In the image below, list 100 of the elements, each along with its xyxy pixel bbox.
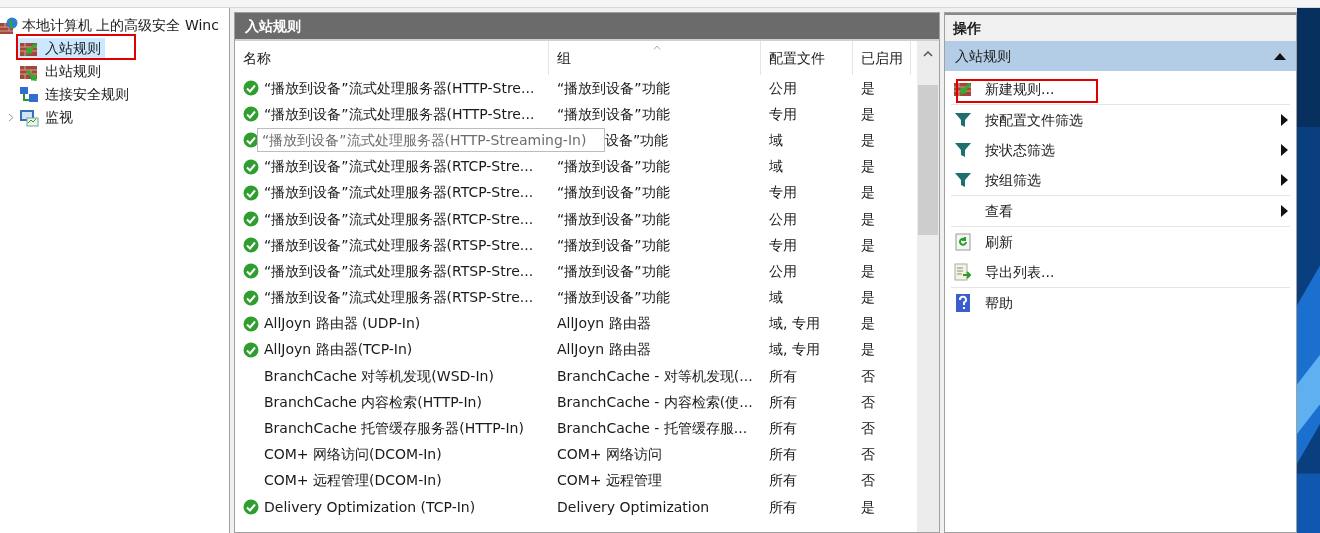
table-cell: AllJoyn 路由器: [557, 315, 651, 332]
table-cell: 是: [861, 158, 875, 175]
scroll-up-icon[interactable]: [923, 51, 933, 57]
action-item[interactable]: 导出列表...: [951, 257, 1290, 287]
actions-title: 操作: [945, 13, 1296, 41]
table-cell: 所有: [769, 420, 797, 437]
table-cell: 专用: [769, 184, 797, 201]
table-cell: “播放到设备”功能: [557, 289, 670, 306]
table-cell: BranchCache - 对等机发现(...: [557, 367, 753, 384]
column-header[interactable]: 配置文件: [761, 41, 853, 75]
network-computers-icon: [19, 85, 39, 104]
table-cell: 所有: [769, 498, 797, 515]
table-cell: 是: [861, 210, 875, 227]
table-cell[interactable]: AllJoyn 路由器 (UDP-In): [264, 313, 421, 335]
table-cell: “播放到设备”功能: [557, 105, 670, 122]
monitor-icon: [19, 108, 39, 127]
table-cell[interactable]: “播放到设备”流式处理服务器(RTCP-Stre...: [264, 156, 534, 178]
action-item[interactable]: 帮助: [951, 288, 1290, 318]
table-cell: 域: [769, 131, 783, 148]
table-cell-text: 设备”功能: [605, 130, 669, 150]
action-item[interactable]: 按组筛选: [951, 165, 1290, 195]
action-item[interactable]: 查看: [951, 196, 1290, 226]
table-cell[interactable]: BranchCache 对等机发现(WSD-In): [264, 365, 494, 387]
table-cell: “播放到设备”功能: [557, 210, 670, 227]
table-cell: 所有: [769, 367, 797, 384]
table-cell: 域, 专用: [769, 315, 820, 332]
table-cell: 是: [861, 341, 875, 358]
table-cell: BranchCache - 内容检索(使...: [557, 393, 753, 410]
table-cell: Delivery Optimization: [557, 498, 710, 515]
action-item[interactable]: 刷新: [951, 227, 1290, 257]
table-cell: 专用: [769, 236, 797, 253]
table-cell: 是: [861, 498, 875, 515]
tooltip: “播放到设备”流式处理服务器(HTTP-Streaming-In): [257, 128, 605, 153]
table-cell: 是: [861, 184, 875, 201]
table-cell: “播放到设备”功能: [557, 158, 670, 175]
table-cell[interactable]: “播放到设备”流式处理服务器(HTTP-Stre...: [264, 103, 535, 125]
table-cell: 所有: [769, 393, 797, 410]
table-cell: 是: [861, 289, 875, 306]
table-cell: 专用: [769, 105, 797, 122]
table-cell: 公用: [769, 210, 797, 227]
section-header[interactable]: 入站规则: [945, 41, 1296, 71]
table-cell: COM+ 远程管理: [557, 472, 663, 489]
table-cell[interactable]: BranchCache 内容检索(HTTP-In): [264, 391, 482, 413]
table-cell: 是: [861, 262, 875, 279]
table-cell: 公用: [769, 262, 797, 279]
column-header[interactable]: 已启用: [853, 41, 911, 75]
expand-caret-icon[interactable]: [8, 113, 14, 122]
action-item[interactable]: 按配置文件筛选: [951, 105, 1290, 135]
filter-icon: [954, 172, 972, 188]
table-cell[interactable]: BranchCache 托管缓存服务器(HTTP-In): [264, 418, 524, 440]
tree-item[interactable]: 入站规则: [18, 38, 105, 59]
table-cell: 域: [769, 158, 783, 175]
table-cell: 否: [861, 367, 875, 384]
table-cell: 所有: [769, 446, 797, 463]
help-icon: [955, 294, 971, 312]
table-cell[interactable]: “播放到设备”流式处理服务器(RTSP-Stre...: [264, 287, 534, 309]
table-cell: 域: [769, 289, 783, 306]
table-cell[interactable]: AllJoyn 路由器(TCP-In): [264, 339, 413, 361]
collapse-caret-icon[interactable]: [1274, 52, 1286, 60]
tree-item[interactable]: 监视: [18, 107, 77, 128]
table-cell[interactable]: “播放到设备”流式处理服务器(RTSP-Stre...: [264, 234, 534, 256]
tree-root-label[interactable]: 本地计算机 上的高级安全 Winc: [22, 15, 219, 36]
table-cell: 是: [861, 131, 875, 148]
table-cell: 否: [861, 393, 875, 410]
table-cell: 是: [861, 105, 875, 122]
tree-item[interactable]: 出站规则: [18, 61, 105, 82]
column-header[interactable]: 名称: [235, 41, 549, 75]
table-cell: AllJoyn 路由器: [557, 341, 651, 358]
column-header[interactable]: 组: [549, 41, 761, 75]
table-cell: “播放到设备”功能: [557, 184, 670, 201]
tree-item[interactable]: 连接安全规则: [18, 84, 133, 105]
table-cell: 否: [861, 472, 875, 489]
refresh-icon: [955, 233, 971, 251]
action-item[interactable]: 按状态筛选: [951, 135, 1290, 165]
action-item[interactable]: 新建规则...: [951, 74, 1290, 104]
table-cell: 公用: [769, 79, 797, 96]
table-cell: “播放到设备”功能: [557, 79, 670, 96]
table-cell[interactable]: “播放到设备”流式处理服务器(RTSP-Stre...: [264, 260, 534, 282]
table-cell[interactable]: COM+ 远程管理(DCOM-In): [264, 470, 442, 492]
panel-title: 入站规则: [235, 13, 939, 39]
table-cell: “播放到设备”功能: [557, 262, 670, 279]
scroll-thumb[interactable]: [918, 85, 938, 235]
sort-caret-icon: [653, 45, 661, 50]
table-cell[interactable]: “播放到设备”流式处理服务器(HTTP-Stre...: [264, 77, 535, 99]
table-cell: 否: [861, 420, 875, 437]
table-cell: 域, 专用: [769, 341, 820, 358]
table-cell: 是: [861, 315, 875, 332]
table-cell: 是: [861, 236, 875, 253]
scrollbar[interactable]: [917, 41, 939, 532]
firewall-globe-icon: [0, 16, 18, 35]
table-cell[interactable]: “播放到设备”流式处理服务器(RTCP-Stre...: [264, 208, 534, 230]
table-cell: 否: [861, 446, 875, 463]
filter-icon: [954, 112, 972, 128]
table-cell[interactable]: “播放到设备”流式处理服务器(RTCP-Stre...: [264, 182, 534, 204]
table-cell: COM+ 网络访问: [557, 446, 663, 463]
table-cell[interactable]: COM+ 网络访问(DCOM-In): [264, 444, 442, 466]
filter-icon: [954, 142, 972, 158]
table-cell[interactable]: Delivery Optimization (TCP-In): [264, 496, 476, 518]
table-cell: 是: [861, 79, 875, 96]
table-cell: “播放到设备”功能: [557, 236, 670, 253]
